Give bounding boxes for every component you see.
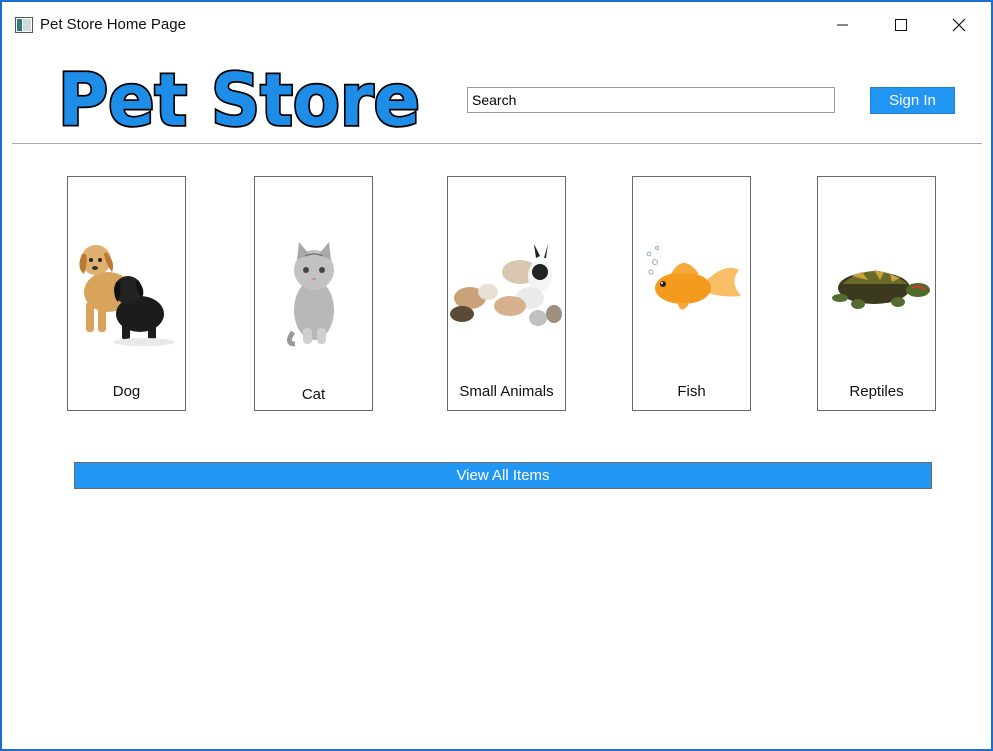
title-bar[interactable]: Pet Store Home Page <box>2 2 991 48</box>
pet-store-logo: Pet Store <box>56 57 422 135</box>
category-card-cat[interactable]: Cat <box>254 176 373 411</box>
maximize-icon <box>895 19 907 31</box>
search-input[interactable] <box>467 87 835 113</box>
category-label-fish: Fish <box>677 383 706 400</box>
dog-image <box>79 245 174 346</box>
minimize-button[interactable] <box>814 2 872 48</box>
category-card-small-animals[interactable]: Small Animals <box>447 176 566 411</box>
close-button[interactable] <box>930 2 988 48</box>
category-card-reptiles[interactable]: Reptiles <box>817 176 936 411</box>
category-label-reptiles: Reptiles <box>849 383 904 400</box>
app-icon <box>15 17 33 33</box>
category-label-cat: Cat <box>301 386 326 403</box>
small-animals-image <box>450 244 562 326</box>
reptiles-image <box>832 270 930 309</box>
close-icon <box>952 18 966 32</box>
minimize-icon <box>837 24 848 26</box>
logo-text: Pet Store <box>58 58 420 135</box>
app-window: Pet Store Home Page Pet Store Sign In <box>0 0 993 751</box>
view-all-items-button[interactable]: View All Items <box>74 462 932 489</box>
category-label-small-animals: Small Animals <box>459 383 554 400</box>
maximize-button[interactable] <box>872 2 930 48</box>
category-label-dog: Dog <box>112 383 141 400</box>
fish-image <box>646 246 741 310</box>
sign-in-button[interactable]: Sign In <box>870 87 955 114</box>
window-title: Pet Store Home Page <box>40 16 186 33</box>
category-card-dog[interactable]: Dog <box>67 176 186 411</box>
cat-image <box>287 242 334 347</box>
header-divider <box>12 143 982 144</box>
category-card-fish[interactable]: Fish <box>632 176 751 411</box>
